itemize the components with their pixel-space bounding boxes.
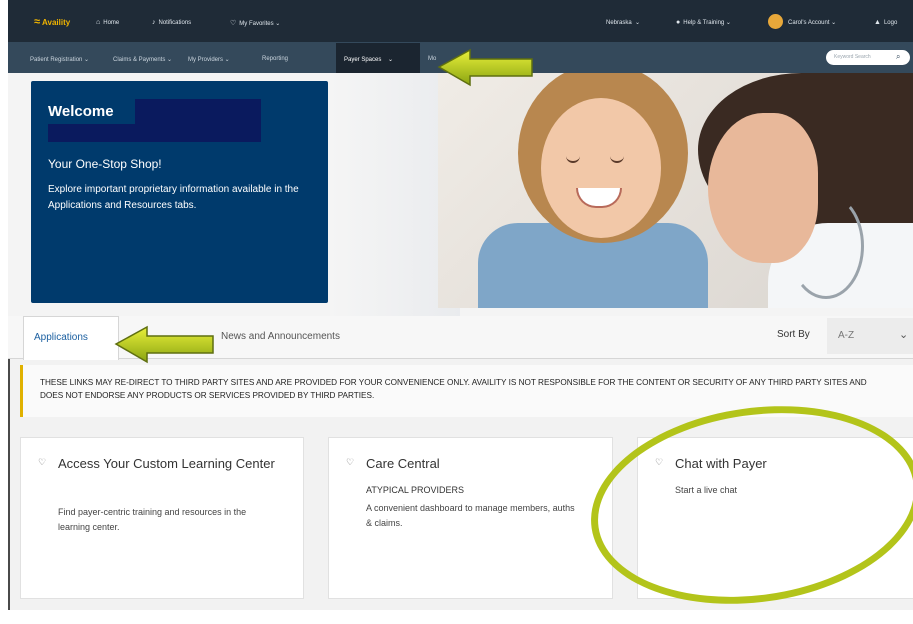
- chevron-down-icon: ⌄: [899, 329, 909, 341]
- card-title: Access Your Custom Learning Center: [58, 456, 275, 471]
- welcome-title: Welcome: [48, 103, 114, 120]
- heart-icon: ♡: [230, 20, 237, 27]
- redacted-name: [48, 124, 138, 142]
- welcome-subtitle: Your One-Stop Shop!: [48, 157, 162, 171]
- nav-item-payer-spaces[interactable]: Payer Spaces ⌄: [336, 43, 420, 73]
- brand-logo[interactable]: ≈ Availity: [34, 16, 70, 28]
- favorite-heart-icon[interactable]: ♡: [38, 457, 46, 468]
- card-title: Care Central: [366, 456, 440, 471]
- redacted-name: [135, 99, 261, 142]
- welcome-panel: Welcome Your One-Stop Shop! Explore impo…: [31, 81, 328, 303]
- welcome-description: Explore important proprietary informatio…: [48, 184, 299, 211]
- logout-link[interactable]: ▲ Logo: [874, 19, 897, 26]
- card-subtitle: ATYPICAL PROVIDERS: [366, 485, 465, 495]
- notifications-link[interactable]: ♪ Notifications: [152, 19, 191, 26]
- chevron-down-icon: ⌄: [829, 20, 837, 26]
- help-training-link[interactable]: ● Help & Training ⌄: [676, 19, 731, 26]
- top-bar: ≈ Availity ⌂ Home ♪ Notifications ♡ My Favor…: [8, 0, 913, 42]
- bell-icon: ♪: [152, 19, 156, 26]
- tab-applications[interactable]: Applications: [23, 316, 119, 360]
- search-icon[interactable]: ⌕: [896, 52, 900, 62]
- home-link[interactable]: ⌂ Home: [96, 19, 119, 26]
- my-favorites-link[interactable]: ♡ My Favorites ⌄: [230, 19, 280, 27]
- availity-logo-icon: ≈: [34, 16, 41, 28]
- annotation-arrow-icon: [437, 48, 533, 87]
- tab-news-announcements[interactable]: News and Announcements: [221, 331, 340, 342]
- chevron-down-icon: ⌄: [388, 57, 394, 63]
- hero-photo: [438, 73, 913, 308]
- card-description: A convenient dashboard to manage members…: [366, 503, 575, 528]
- nav-item-claims-payments[interactable]: Claims & Payments ⌄: [113, 56, 172, 63]
- app-card-care-central[interactable]: ♡ Care Central ATYPICAL PROVIDERS A conv…: [328, 437, 613, 599]
- photo-child-face: [541, 98, 661, 238]
- nav-item-reporting[interactable]: Reporting: [262, 56, 288, 62]
- avatar[interactable]: [768, 14, 783, 29]
- card-description: Find payer-centric training and resource…: [58, 507, 247, 532]
- favorite-heart-icon[interactable]: ♡: [346, 457, 354, 468]
- sort-by-label: Sort By: [777, 329, 810, 340]
- stethoscope-shape: [788, 193, 864, 299]
- chevron-down-icon: ⌄: [724, 20, 731, 26]
- home-icon: ⌂: [96, 19, 101, 26]
- help-icon: ●: [676, 19, 681, 26]
- lock-icon: ▲: [874, 19, 881, 26]
- nav-item-patient-registration[interactable]: Patient Registration ⌄: [30, 56, 89, 63]
- chevron-down-icon: ⌄: [273, 21, 281, 27]
- account-menu[interactable]: Carol's Account ⌄: [788, 19, 836, 26]
- sort-select[interactable]: A-Z ⌄: [827, 318, 913, 354]
- app-card-learning-center[interactable]: ♡ Access Your Custom Learning Center Fin…: [20, 437, 304, 599]
- state-selector[interactable]: Nebraska ⌄: [606, 19, 640, 26]
- nav-item-my-providers[interactable]: My Providers ⌄: [188, 56, 230, 63]
- annotation-arrow-icon: [114, 325, 214, 364]
- keyword-search-input[interactable]: Keyword Search ⌕: [826, 50, 910, 65]
- chevron-down-icon: ⌄: [631, 20, 641, 26]
